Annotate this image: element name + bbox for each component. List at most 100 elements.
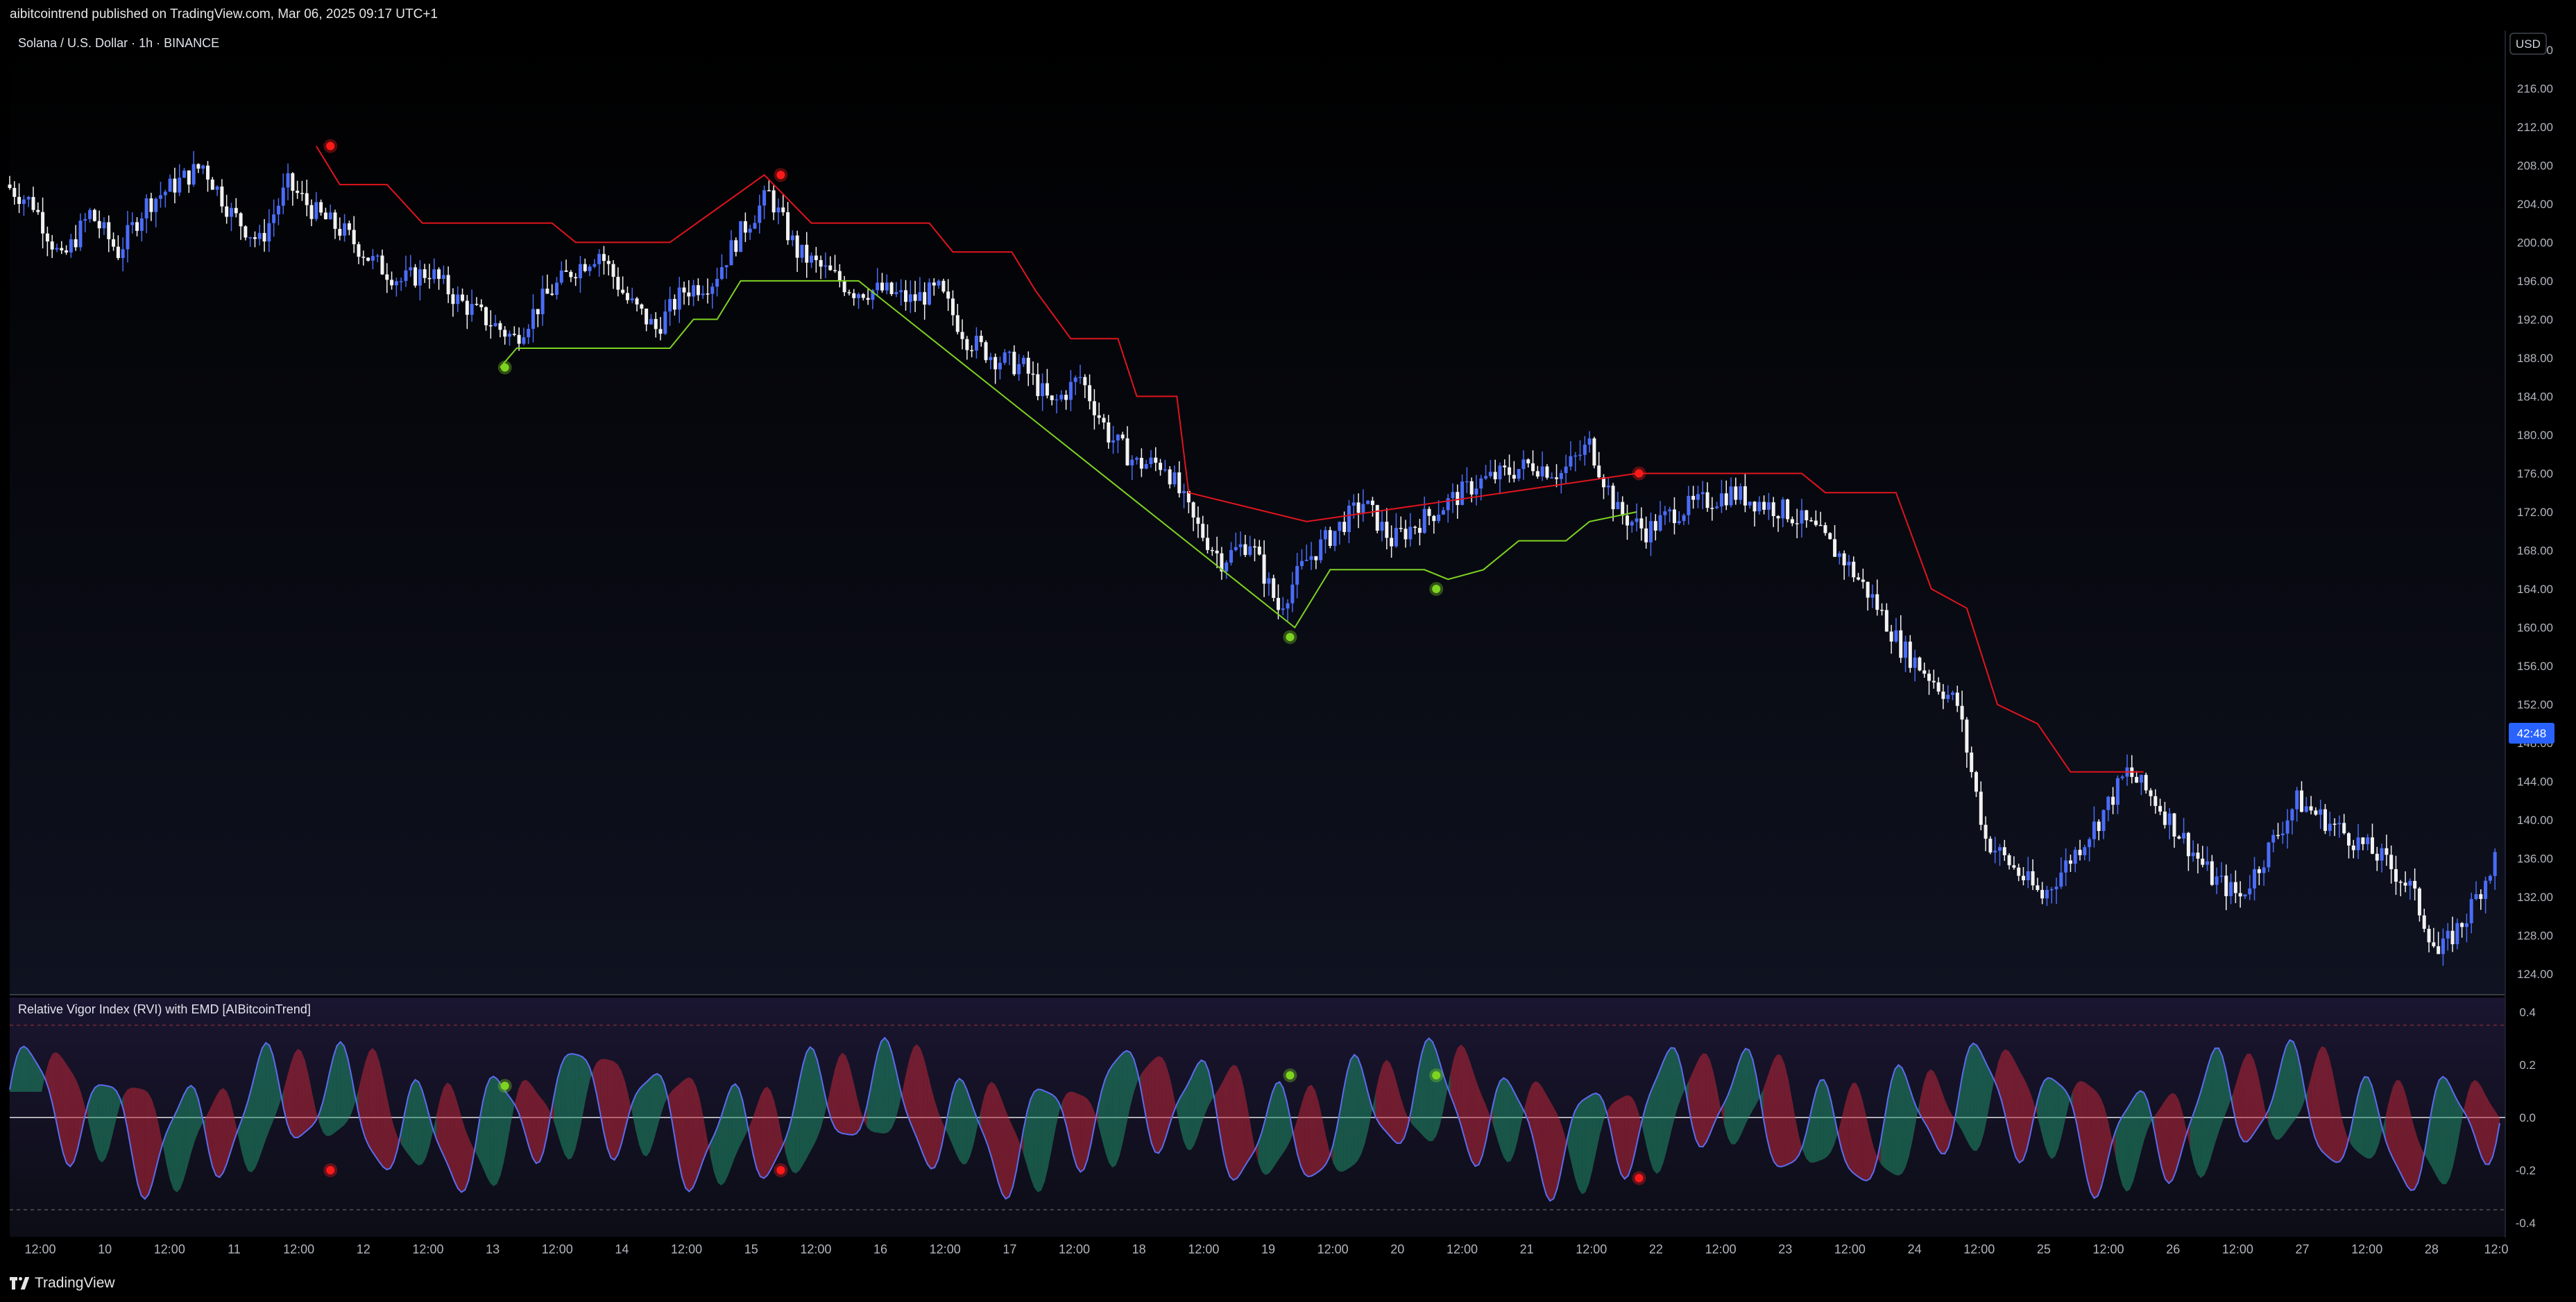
candle-body — [107, 222, 111, 239]
candle-body — [1861, 579, 1865, 582]
candle-body — [2078, 850, 2082, 855]
rvi-fill-segment — [756, 1096, 760, 1176]
tradingview-logo[interactable]: TradingView — [10, 1275, 115, 1292]
rvi-fill-segment — [1478, 1088, 1483, 1165]
rvi-fill-segment — [2489, 1101, 2493, 1165]
rvi-fill-segment — [2201, 1079, 2205, 1179]
price-axis-tick-12: 172.00 — [2517, 506, 2553, 519]
candle-body — [984, 342, 988, 361]
chart-svg[interactable]: 220.00216.00212.00208.00204.00200.00196.… — [0, 29, 2576, 1265]
time-axis-tick-37: 28 — [2425, 1242, 2439, 1256]
candle-body — [625, 293, 629, 300]
time-axis-tick-19: 19 — [1261, 1242, 1275, 1256]
candle-body — [814, 255, 818, 260]
rvi-fill-segment — [2439, 1077, 2443, 1185]
candle-body — [2304, 806, 2308, 812]
rvi-fill-segment — [443, 1082, 447, 1164]
rvi-fill-segment — [838, 1052, 842, 1133]
price-axis-tick-10: 180.00 — [2517, 429, 2553, 442]
candle-body — [1847, 561, 1851, 566]
currency-button-label[interactable]: USD — [2516, 37, 2541, 51]
price-axis-tick-22: 132.00 — [2517, 891, 2553, 904]
candle-body — [1974, 772, 1978, 792]
candle-body — [611, 264, 615, 277]
candle-body — [1700, 492, 1705, 495]
candle-body — [1526, 459, 1530, 463]
candle-body — [333, 212, 337, 229]
candle-body — [866, 298, 870, 300]
rvi-fill-segment — [450, 1085, 454, 1181]
rvi-fill-segment — [2204, 1065, 2208, 1175]
rvi-fill-segment — [415, 1079, 419, 1166]
candle-body — [2233, 882, 2237, 893]
candle-body — [1569, 456, 1573, 467]
candle-body — [1757, 502, 1762, 512]
current-price-label: 42:48 — [2509, 723, 2554, 744]
rvi-fill-segment — [1276, 1081, 1280, 1164]
candle-body — [225, 206, 229, 217]
time-axis-tick-11: 15 — [744, 1242, 758, 1256]
candle-body — [2389, 855, 2394, 870]
rvi-fill-segment — [2165, 1095, 2169, 1183]
candle-body — [1616, 502, 1620, 510]
rvi-fill-segment — [1468, 1056, 1472, 1161]
candle-body — [2427, 929, 2431, 943]
candle-body — [2106, 796, 2110, 810]
rvi-fill-segment — [1151, 1058, 1155, 1152]
candle-body — [2417, 888, 2421, 916]
candle-body — [2186, 832, 2190, 857]
rvi-fill-segment — [70, 1070, 74, 1167]
candle-body — [168, 178, 172, 192]
footer-bar: TradingView — [0, 1265, 2576, 1302]
candle-body — [234, 207, 238, 214]
candle-body — [2267, 842, 2271, 868]
time-axis-tick-17: 18 — [1132, 1242, 1146, 1256]
candle-body — [1191, 502, 1195, 518]
candle-body — [2437, 946, 2441, 954]
rvi-bullish-signal-dot — [500, 1081, 509, 1090]
rvi-fill-segment — [1084, 1096, 1088, 1170]
candle-body — [1823, 525, 1827, 533]
candle-body — [503, 329, 507, 337]
candle-body — [1130, 459, 1134, 465]
rvi-fill-segment — [1574, 1104, 1579, 1189]
rvi-fill-segment — [1045, 1091, 1049, 1181]
rvi-fill-segment — [20, 1046, 24, 1092]
rvi-fill-segment — [1236, 1066, 1240, 1179]
candle-body — [2375, 853, 2379, 861]
candle-body — [1234, 547, 1238, 550]
rvi-fill-segment — [1784, 1064, 1789, 1166]
rvi-fill-segment — [1393, 1071, 1397, 1144]
time-axis-tick-27: 23 — [1778, 1242, 1792, 1256]
candle-body — [885, 282, 889, 291]
candle-body — [1517, 469, 1521, 479]
rvi-fill-segment — [294, 1049, 298, 1138]
candle-body — [786, 212, 790, 241]
candle-body — [144, 198, 148, 219]
time-axis-tick-22: 12:00 — [1447, 1242, 1478, 1256]
rvi-fill-segment — [1902, 1068, 1906, 1174]
rvi-fill-segment — [137, 1088, 142, 1196]
chart-area[interactable]: 220.00216.00212.00208.00204.00200.00196.… — [0, 29, 2576, 1265]
currency-button[interactable]: USD — [2509, 33, 2547, 55]
rvi-bullish-signal-dot — [1286, 1071, 1295, 1080]
rvi-fill-segment — [803, 1052, 807, 1165]
candle-body — [1059, 395, 1064, 400]
rvi-fill-segment — [62, 1059, 67, 1163]
candle-body — [2172, 813, 2176, 837]
candle-body — [508, 334, 512, 337]
candle-body — [1734, 486, 1738, 500]
rvi-fill-segment — [1034, 1089, 1038, 1192]
rvi-fill-segment — [2247, 1054, 2251, 1142]
rvi-fill-segment — [1191, 1070, 1195, 1151]
rvi-fill-segment — [2364, 1077, 2369, 1159]
candle-body — [2177, 836, 2181, 839]
candle-body — [2101, 810, 2106, 831]
candle-body — [630, 298, 634, 300]
candle-body — [178, 178, 182, 193]
candle-body — [272, 214, 276, 223]
candle-body — [229, 207, 233, 217]
rvi-bearish-signal-dot — [326, 1166, 335, 1174]
candle-body — [361, 257, 366, 258]
candle-body — [1055, 399, 1059, 401]
